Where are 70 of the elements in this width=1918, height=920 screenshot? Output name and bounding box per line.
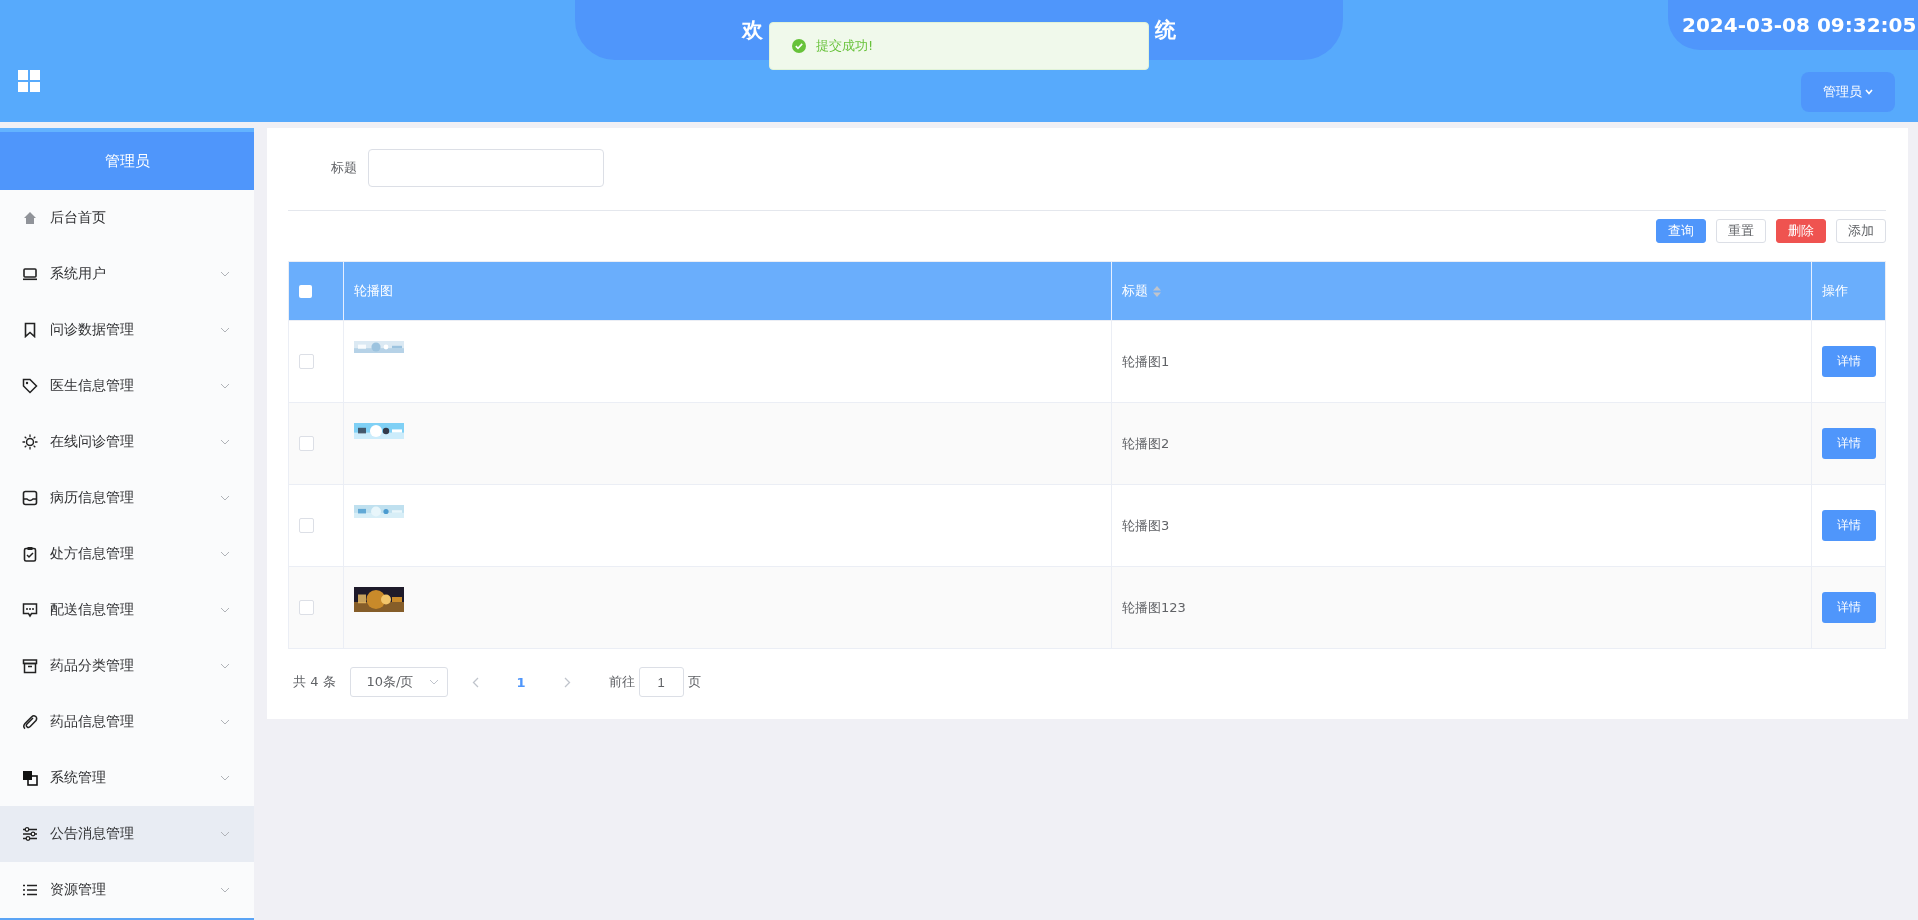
chevron-icon [220, 887, 230, 893]
chevron-icon [220, 775, 230, 781]
column-header: 轮播图 [354, 282, 393, 300]
chevron-icon [220, 663, 230, 669]
sidebar-item[interactable]: 系统管理 [0, 750, 254, 806]
sidebar-item[interactable]: 药品信息管理 [0, 694, 254, 750]
sidebar-item[interactable]: 后台首页 [0, 190, 254, 246]
field-label: 标题 [331, 159, 357, 177]
system-title: 欢 [742, 17, 763, 44]
table-cell: 轮播图1 [1122, 352, 1170, 371]
chevron-icon [220, 327, 230, 333]
row-checkbox[interactable] [299, 354, 314, 369]
page-suffix: 页 [687, 673, 701, 691]
menu-icon[interactable] [18, 70, 40, 92]
squares-icon [22, 770, 38, 786]
sort-icon[interactable] [1153, 285, 1161, 297]
table-cell: 轮播图2 [1122, 434, 1170, 453]
table-cell: 轮播图3 [1122, 516, 1170, 535]
system-title: 统 [1155, 17, 1176, 44]
sidebar-item[interactable]: 系统用户 [0, 246, 254, 302]
sliders-icon [22, 826, 38, 842]
select-all-checkbox[interactable] [299, 284, 312, 298]
sidebar-item[interactable]: 处方信息管理 [0, 526, 254, 582]
sidebar-item[interactable]: 病历信息管理 [0, 470, 254, 526]
sidebar-item[interactable]: 药品分类管理 [0, 638, 254, 694]
tag-icon [22, 378, 38, 394]
action-button[interactable]: 重置 [1716, 219, 1766, 243]
total-count: 共 4 条 [293, 673, 336, 691]
inbox-icon [22, 490, 38, 506]
page-input-field[interactable]: 1 [638, 667, 684, 697]
datetime: 2024-03-08 09:32:05 [1668, 0, 1918, 50]
chevron-icon [220, 607, 230, 613]
chevron-icon [220, 719, 230, 725]
chevron-icon [220, 271, 230, 277]
sidebar-item[interactable]: 医生信息管理 [0, 358, 254, 414]
title-input-field[interactable] [368, 149, 604, 187]
archive-icon [22, 658, 38, 674]
bookmark-icon [22, 322, 38, 338]
previous-page-icon[interactable] [471, 676, 479, 688]
chevron-icon [220, 439, 230, 445]
clip-icon [22, 714, 38, 730]
caret-icon [1865, 89, 1873, 95]
next-page-icon[interactable] [563, 676, 571, 688]
list-icon [22, 882, 38, 898]
action-button[interactable]: 添加 [1836, 219, 1886, 243]
check-circle-icon [792, 39, 806, 53]
column-header: 操作 [1822, 282, 1848, 300]
sidebar-item[interactable]: 公告消息管理 [0, 806, 254, 862]
row-checkbox[interactable] [299, 436, 314, 451]
page-size-select[interactable]: 10条/页 [349, 667, 448, 697]
sidebar-item[interactable]: 问诊数据管理 [0, 302, 254, 358]
sidebar-item[interactable]: 资源管理 [0, 862, 254, 918]
table-cell: 轮播图123 [1122, 598, 1186, 617]
row-checkbox[interactable] [299, 518, 314, 533]
sidebar-item[interactable]: 在线问诊管理 [0, 414, 254, 470]
chat-icon [22, 602, 38, 618]
sun-icon [22, 434, 38, 450]
chevron-icon [220, 383, 230, 389]
toast-message: 提交成功! [816, 37, 874, 55]
clipboard-icon [22, 546, 38, 562]
chevron-icon [220, 831, 230, 837]
chevron-icon [220, 495, 230, 501]
row-checkbox[interactable] [299, 600, 314, 615]
chevron-icon [428, 679, 439, 685]
sidebar-item[interactable]: 配送信息管理 [0, 582, 254, 638]
goto-label: 前往 [608, 673, 635, 691]
laptop-icon [22, 266, 38, 282]
sidebar-title: 管理员 [0, 128, 254, 190]
chevron-icon [220, 551, 230, 557]
home-icon [22, 210, 38, 226]
